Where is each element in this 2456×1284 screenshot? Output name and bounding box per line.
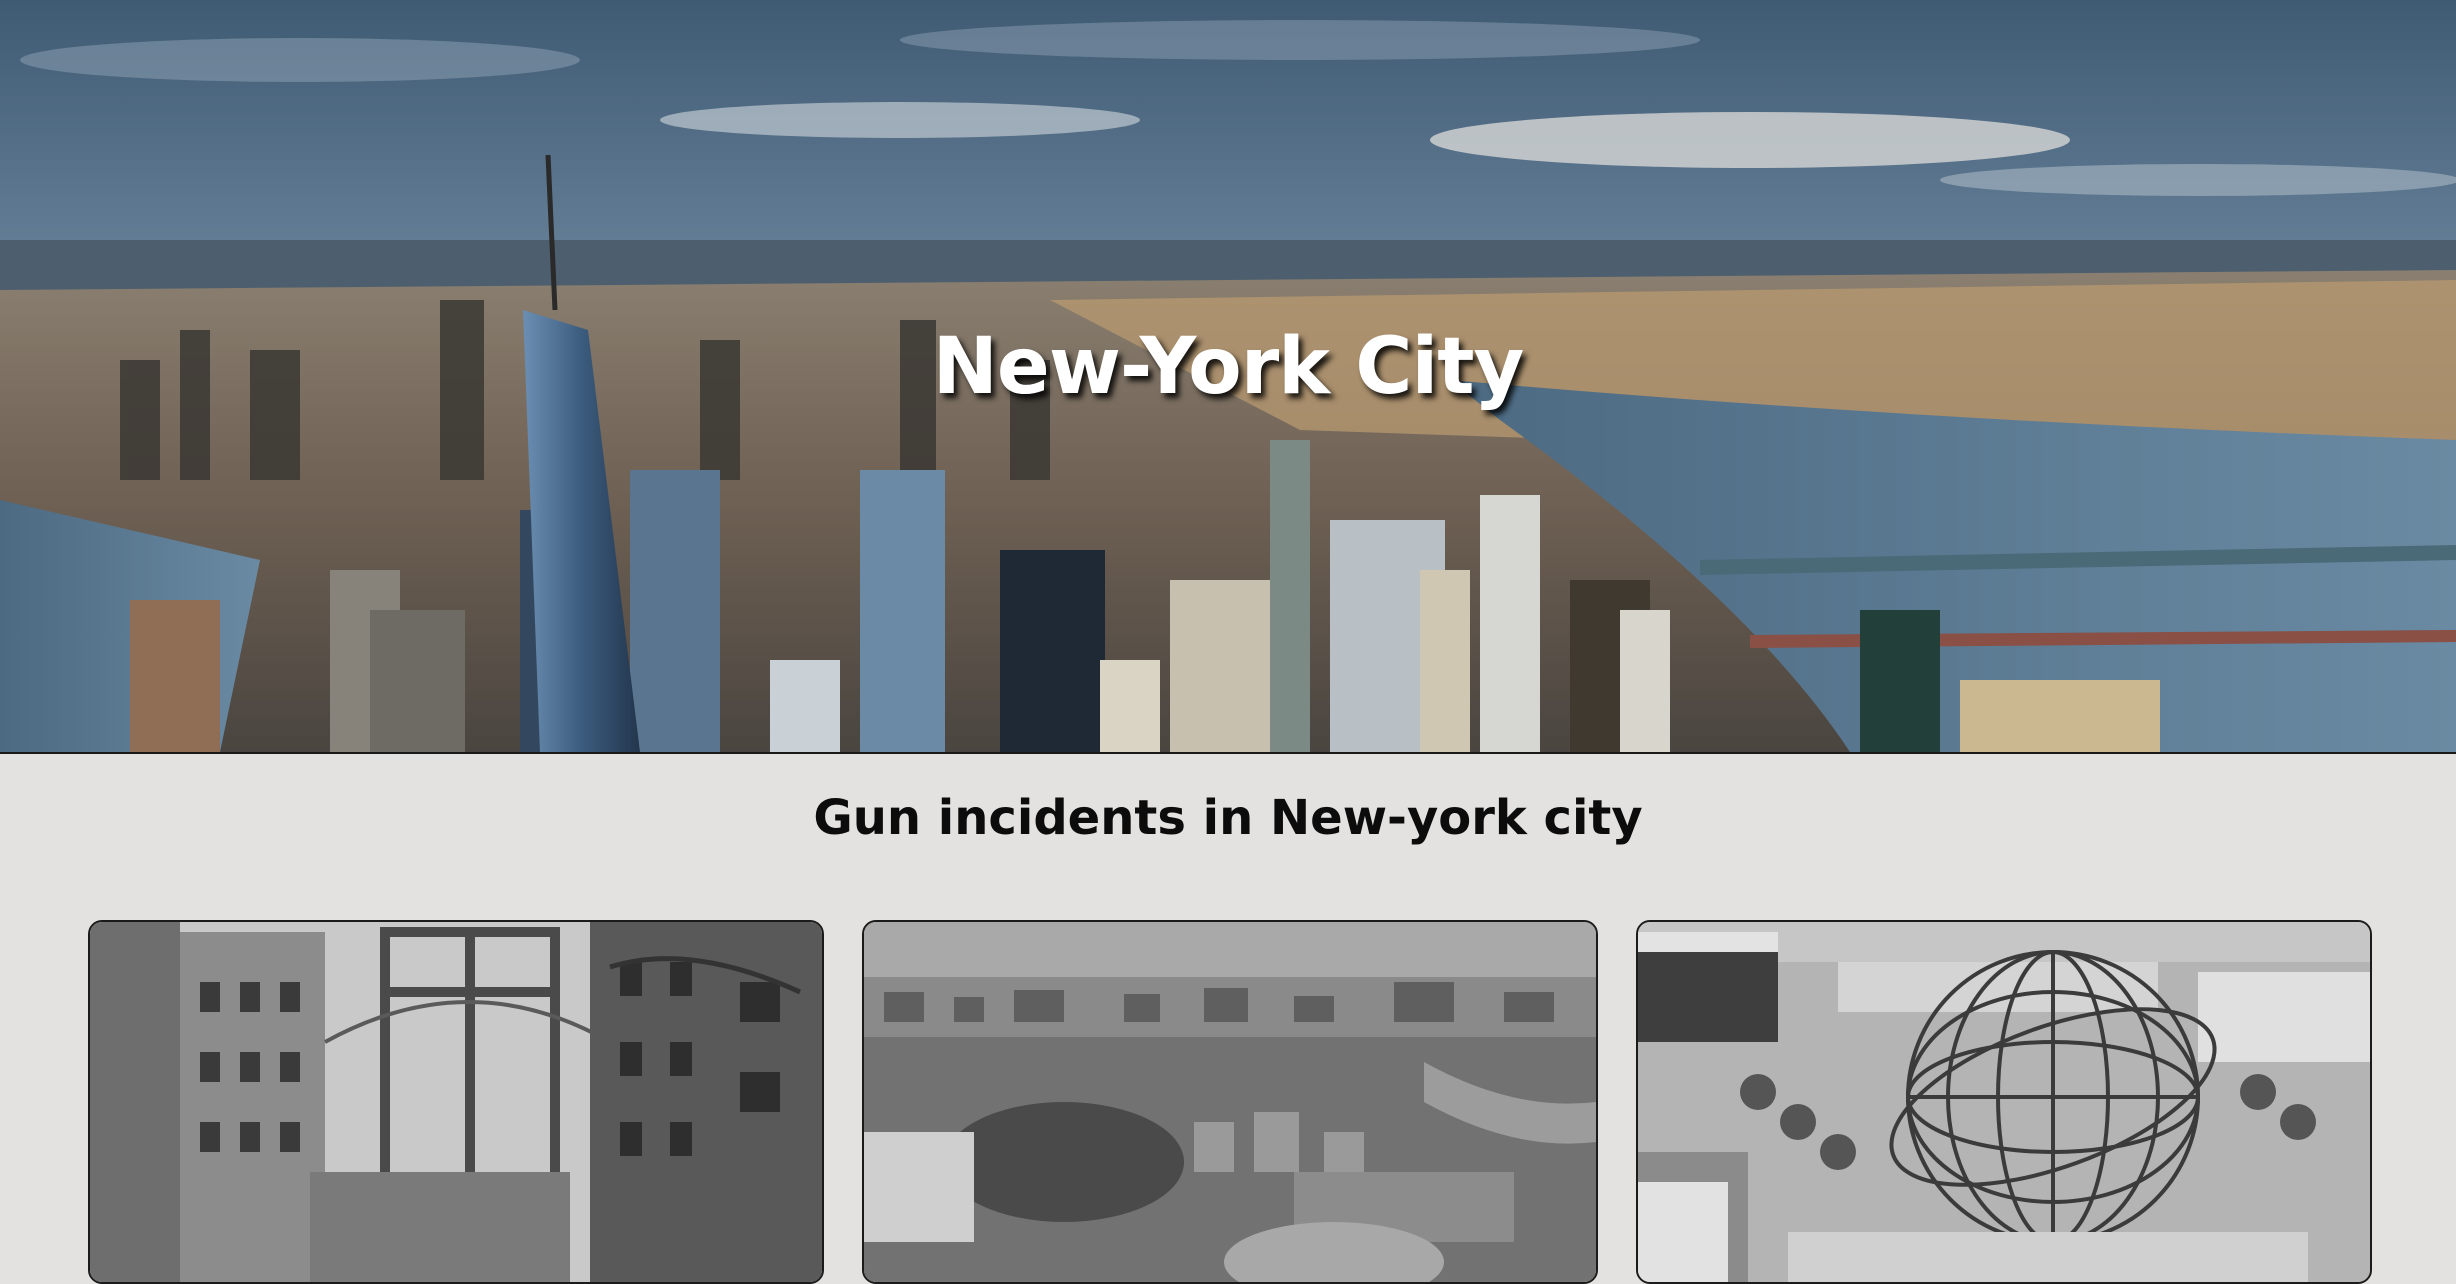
hero-banner: New-York City [0, 0, 2456, 754]
manhattan-bridge-photo [90, 922, 822, 1282]
unisphere-queens-photo [1638, 922, 2370, 1282]
card-manhattan-bridge[interactable] [88, 920, 824, 1284]
bronx-aerial-photo [864, 922, 1596, 1282]
card-bronx-aerial[interactable] [862, 920, 1598, 1284]
hero-title: New-York City [932, 322, 1525, 412]
section-title: Gun incidents in New-york city [813, 790, 1643, 846]
card-unisphere[interactable] [1636, 920, 2372, 1284]
